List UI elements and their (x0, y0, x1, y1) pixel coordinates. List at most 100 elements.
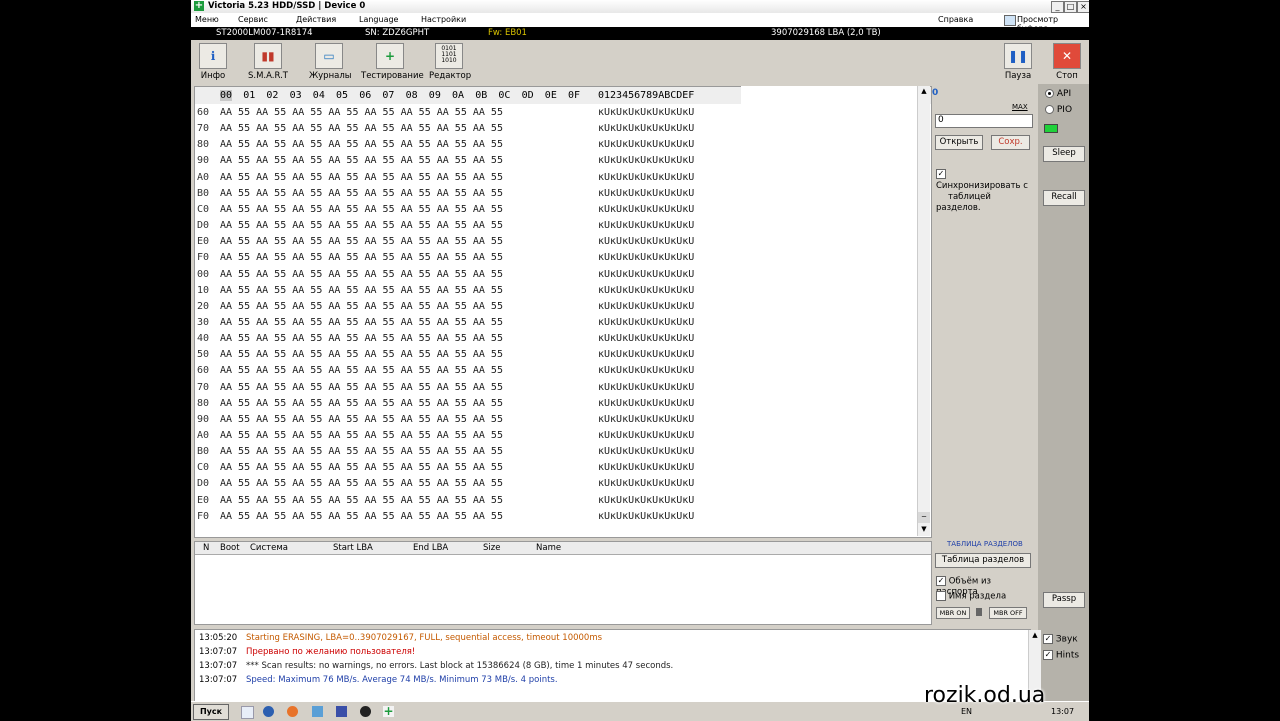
col-boot[interactable]: Boot (220, 543, 240, 553)
pause-button[interactable]: ❚❚ Пауза (1004, 43, 1032, 81)
scroll-down-icon[interactable]: ▼ (918, 524, 930, 535)
scroll-thumb[interactable]: ─ (918, 512, 930, 523)
partition-table-button[interactable]: Таблица разделов (935, 553, 1031, 568)
hex-bytes[interactable]: AA 55 AA 55 AA 55 AA 55 AA 55 AA 55 AA 5… (220, 139, 503, 150)
sleep-button[interactable]: Sleep (1043, 146, 1085, 162)
hex-bytes[interactable]: AA 55 AA 55 AA 55 AA 55 AA 55 AA 55 AA 5… (220, 333, 503, 344)
menu-service[interactable]: Сервис (238, 15, 268, 24)
save-button[interactable]: Сохр. (991, 135, 1030, 150)
hex-bytes[interactable]: AA 55 AA 55 AA 55 AA 55 AA 55 AA 55 AA 5… (220, 495, 503, 506)
explorer-icon[interactable] (312, 706, 323, 717)
stop-button[interactable]: ✕ Стоп (1053, 43, 1081, 81)
col-name[interactable]: Name (536, 543, 561, 553)
col-size[interactable]: Size (483, 543, 500, 553)
hex-bytes[interactable]: AA 55 AA 55 AA 55 AA 55 AA 55 AA 55 AA 5… (220, 252, 503, 263)
hex-ascii[interactable]: кUкUкUкUкUкUкUкU (598, 107, 694, 118)
toolbar-editor-button[interactable]: 0101 1101 1010 Редактор (429, 43, 471, 81)
col-n[interactable]: N (203, 543, 209, 553)
hex-ascii[interactable]: кUкUкUкUкUкUкUкU (598, 155, 694, 166)
language-indicator[interactable]: EN (961, 707, 972, 716)
hex-bytes[interactable]: AA 55 AA 55 AA 55 AA 55 AA 55 AA 55 AA 5… (220, 301, 503, 312)
minimize-button[interactable]: _ (1051, 1, 1064, 13)
passp-button[interactable]: Passp (1043, 592, 1085, 608)
hex-ascii[interactable]: кUкUкUкUкUкUкUкU (598, 172, 694, 183)
toolbar-testing-button[interactable]: + Тестирование (361, 43, 424, 81)
desktop-icon[interactable] (241, 706, 254, 719)
hex-ascii[interactable]: кUкUкUкUкUкUкUкU (598, 333, 694, 344)
hex-ascii[interactable]: кUкUкUкUкUкUкUкU (598, 220, 694, 231)
mbr-on-button[interactable]: MBR ON (936, 607, 970, 619)
hex-ascii[interactable]: кUкUкUкUкUкUкUкU (598, 495, 694, 506)
sound-checkbox[interactable]: ✓ Звук (1043, 634, 1078, 645)
hex-bytes[interactable]: AA 55 AA 55 AA 55 AA 55 AA 55 AA 55 AA 5… (220, 123, 503, 134)
hex-bytes[interactable]: AA 55 AA 55 AA 55 AA 55 AA 55 AA 55 AA 5… (220, 107, 503, 118)
recall-button[interactable]: Recall (1043, 190, 1085, 206)
hex-ascii[interactable]: кUкUкUкUкUкUкUкU (598, 269, 694, 280)
hex-ascii[interactable]: кUкUкUкUкUкUкUкU (598, 462, 694, 473)
hex-bytes[interactable]: AA 55 AA 55 AA 55 AA 55 AA 55 AA 55 AA 5… (220, 285, 503, 296)
hex-bytes[interactable]: AA 55 AA 55 AA 55 AA 55 AA 55 AA 55 AA 5… (220, 478, 503, 489)
toolbar-smart-button[interactable]: ▮▮ S.M.A.R.T (247, 43, 289, 81)
api-radio[interactable]: API (1045, 89, 1071, 99)
toolbar-logs-button[interactable]: ▭ Журналы (309, 43, 352, 81)
toolbar-info-button[interactable]: ℹ Инфо (198, 43, 228, 81)
hex-bytes[interactable]: AA 55 AA 55 AA 55 AA 55 AA 55 AA 55 AA 5… (220, 172, 503, 183)
col-system[interactable]: Система (250, 543, 288, 553)
menu-settings[interactable]: Настройки (421, 15, 466, 24)
partition-name-checkbox[interactable]: Имя раздела (936, 591, 1006, 602)
hints-checkbox[interactable]: ✓ Hints (1043, 650, 1079, 661)
media-icon[interactable] (360, 706, 371, 717)
hex-ascii[interactable]: кUкUкUкUкUкUкUкU (598, 123, 694, 134)
hex-bytes[interactable]: AA 55 AA 55 AA 55 AA 55 AA 55 AA 55 AA 5… (220, 236, 503, 247)
hex-bytes[interactable]: AA 55 AA 55 AA 55 AA 55 AA 55 AA 55 AA 5… (220, 398, 503, 409)
menu-actions[interactable]: Действия (296, 15, 336, 24)
hex-bytes[interactable]: AA 55 AA 55 AA 55 AA 55 AA 55 AA 55 AA 5… (220, 317, 503, 328)
start-button[interactable]: Пуск (193, 704, 229, 720)
col-end-lba[interactable]: End LBA (413, 543, 448, 553)
max-link[interactable]: MAX (1012, 103, 1028, 111)
firefox-icon[interactable] (287, 706, 298, 717)
hex-ascii[interactable]: кUкUкUкUкUкUкUкU (598, 317, 694, 328)
hex-ascii[interactable]: кUкUкUкUкUкUкUкU (598, 414, 694, 425)
sync-checkbox[interactable]: ✓ Синхронизировать с таблицей разделов. (936, 169, 1032, 214)
pio-radio[interactable]: PIO (1045, 105, 1072, 115)
hex-ascii[interactable]: кUкUкUкUкUкUкUкU (598, 188, 694, 199)
hex-bytes[interactable]: AA 55 AA 55 AA 55 AA 55 AA 55 AA 55 AA 5… (220, 204, 503, 215)
hex-ascii[interactable]: кUкUкUкUкUкUкUкU (598, 511, 694, 522)
sector-input[interactable]: 0 (935, 114, 1033, 128)
hex-ascii[interactable]: кUкUкUкUкUкUкUкU (598, 365, 694, 376)
hex-bytes[interactable]: AA 55 AA 55 AA 55 AA 55 AA 55 AA 55 AA 5… (220, 155, 503, 166)
hex-bytes[interactable]: AA 55 AA 55 AA 55 AA 55 AA 55 AA 55 AA 5… (220, 365, 503, 376)
maximize-button[interactable]: □ (1064, 1, 1077, 13)
hex-bytes[interactable]: AA 55 AA 55 AA 55 AA 55 AA 55 AA 55 AA 5… (220, 188, 503, 199)
hex-bytes[interactable]: AA 55 AA 55 AA 55 AA 55 AA 55 AA 55 AA 5… (220, 462, 503, 473)
hex-ascii[interactable]: кUкUкUкUкUкUкUкU (598, 398, 694, 409)
hex-bytes[interactable]: AA 55 AA 55 AA 55 AA 55 AA 55 AA 55 AA 5… (220, 430, 503, 441)
hex-bytes[interactable]: AA 55 AA 55 AA 55 AA 55 AA 55 AA 55 AA 5… (220, 414, 503, 425)
hex-ascii[interactable]: кUкUкUкUкUкUкUкU (598, 430, 694, 441)
hex-ascii[interactable]: кUкUкUкUкUкUкUкU (598, 478, 694, 489)
close-button[interactable]: × (1077, 1, 1089, 13)
scroll-up-icon[interactable]: ▲ (918, 86, 930, 97)
hex-ascii[interactable]: кUкUкUкUкUкUкUкU (598, 446, 694, 457)
menu-language[interactable]: Language (359, 15, 398, 24)
hex-ascii[interactable]: кUкUкUкUкUкUкUкU (598, 252, 694, 263)
hex-bytes[interactable]: AA 55 AA 55 AA 55 AA 55 AA 55 AA 55 AA 5… (220, 511, 503, 522)
mbr-off-button[interactable]: MBR OFF (989, 607, 1027, 619)
hex-ascii[interactable]: кUкUкUкUкUкUкUкU (598, 349, 694, 360)
browser-icon[interactable] (263, 706, 274, 717)
col-start-lba[interactable]: Start LBA (333, 543, 373, 553)
menu-help[interactable]: Справка (938, 15, 973, 24)
menu-main[interactable]: Меню (195, 15, 219, 24)
hex-ascii[interactable]: кUкUкUкUкUкUкUкU (598, 382, 694, 393)
hex-ascii[interactable]: кUкUкUкUкUкUкUкU (598, 236, 694, 247)
hex-ascii[interactable]: кUкUкUкUкUкUкUкU (598, 204, 694, 215)
open-button[interactable]: Открыть (935, 135, 983, 150)
log-scroll-up-icon[interactable]: ▲ (1029, 630, 1041, 641)
hex-ascii[interactable]: кUкUкUкUкUкUкUкU (598, 139, 694, 150)
hex-ascii[interactable]: кUкUкUкUкUкUкUкU (598, 301, 694, 312)
hex-bytes[interactable]: AA 55 AA 55 AA 55 AA 55 AA 55 AA 55 AA 5… (220, 446, 503, 457)
hex-bytes[interactable]: AA 55 AA 55 AA 55 AA 55 AA 55 AA 55 AA 5… (220, 349, 503, 360)
hex-ascii[interactable]: кUкUкUкUкUкUкUкU (598, 285, 694, 296)
hex-scrollbar[interactable]: ▲ ─ ▼ (917, 86, 930, 536)
